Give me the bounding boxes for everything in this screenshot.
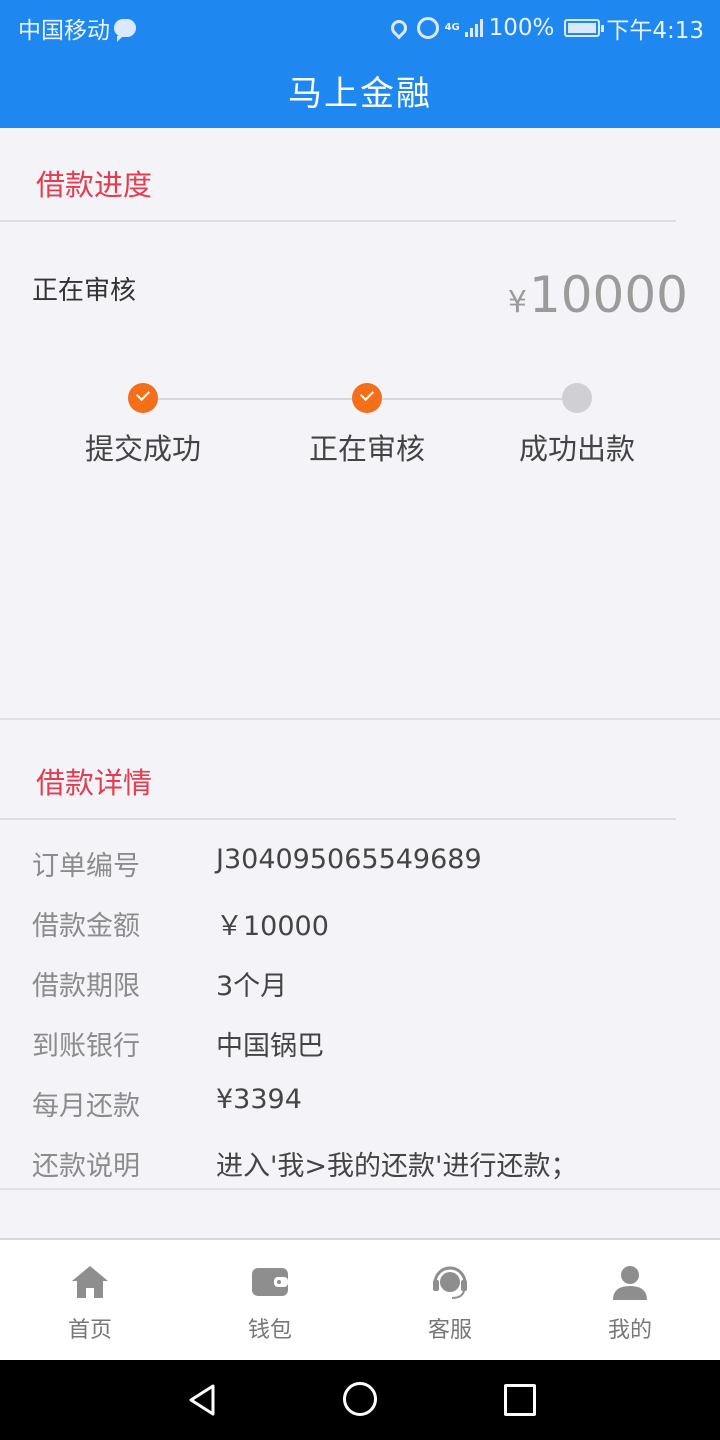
step-check-icon: [128, 383, 158, 413]
detail-value: ¥3394: [216, 1084, 302, 1115]
detail-key: 订单编号: [32, 851, 140, 882]
section-divider: [0, 1188, 720, 1190]
tab-mine[interactable]: 我的: [540, 1240, 720, 1360]
detail-row: 每月还款 ¥3394: [0, 1070, 720, 1130]
section-divider: [0, 718, 720, 720]
detail-key: 借款金额: [32, 911, 140, 942]
tab-customer-service[interactable]: 客服: [360, 1240, 540, 1360]
step-label-submitted: 提交成功: [84, 432, 201, 466]
detail-value: ￥10000: [216, 911, 329, 942]
detail-value: 3个月: [216, 971, 288, 1002]
progress-section-title: 借款进度: [36, 168, 153, 202]
loan-amount: ¥ 10000: [508, 266, 688, 324]
status-indicators: 4G 100% 下午4:13: [387, 11, 704, 45]
home-icon: [72, 1266, 108, 1298]
tab-label: 钱包: [247, 1318, 292, 1343]
bottom-tab-bar: 首页 钱包 客服 我的: [0, 1238, 720, 1360]
step-check-icon: [352, 383, 382, 413]
detail-row: 借款期限 3个月: [0, 950, 720, 1010]
location-icon: [387, 16, 410, 40]
headset-icon: [433, 1266, 467, 1299]
currency-symbol: ¥: [507, 285, 527, 320]
details-section-title: 借款详情: [36, 766, 153, 800]
detail-row: 还款说明 进入'我>我的还款'进行还款；: [0, 1130, 720, 1190]
back-icon[interactable]: [185, 1382, 221, 1418]
detail-key: 到账银行: [32, 1031, 140, 1062]
carrier-group: 中国移动: [18, 11, 136, 45]
app-header: 中国移动 4G 100% 下午4:13 马上金融: [0, 0, 720, 128]
detail-key: 每月还款: [32, 1091, 140, 1122]
progress-section-header: 借款进度: [0, 128, 676, 222]
detail-row: 到账银行 中国锅巴: [0, 1010, 720, 1070]
details-section-header: 借款详情: [0, 726, 676, 820]
page-title: 马上金融: [288, 74, 432, 114]
detail-row: 借款金额 ￥10000: [0, 890, 720, 950]
signal-icon: [464, 19, 483, 37]
recent-apps-icon[interactable]: [504, 1384, 536, 1416]
progress-track-2: [382, 398, 562, 400]
wallet-icon: [252, 1268, 288, 1296]
detail-key: 还款说明: [32, 1151, 140, 1182]
carrier-name: 中国移动: [18, 18, 110, 44]
home-nav-icon[interactable]: [343, 1382, 377, 1416]
message-icon: [114, 19, 136, 42]
step-label-disbursed: 成功出款: [518, 432, 635, 466]
detail-value: J304095065549689: [216, 844, 482, 875]
progress-track-1: [157, 398, 353, 400]
tab-label: 首页: [67, 1318, 112, 1343]
loan-status: 正在审核: [32, 276, 137, 306]
tab-label: 我的: [607, 1318, 652, 1343]
status-bar: 中国移动 4G 100% 下午4:13: [0, 0, 720, 50]
system-nav-bar: [0, 1360, 720, 1440]
detail-row: 订单编号 J304095065549689: [0, 830, 720, 890]
step-label-reviewing: 正在审核: [308, 432, 425, 466]
alarm-icon: [416, 17, 439, 39]
tab-label: 客服: [427, 1318, 472, 1343]
user-icon: [613, 1266, 647, 1300]
tab-home[interactable]: 首页: [0, 1240, 180, 1360]
clock: 下午4:13: [606, 18, 704, 44]
network-type-icon: 4G: [444, 22, 460, 33]
detail-key: 借款期限: [32, 971, 140, 1002]
step-pending-dot: [562, 383, 592, 413]
detail-value: 进入'我>我的还款'进行还款；: [216, 1151, 578, 1182]
detail-value: 中国锅巴: [216, 1031, 324, 1062]
amount-value: 10000: [528, 266, 688, 324]
tab-wallet[interactable]: 钱包: [180, 1240, 360, 1360]
battery-percent: 100%: [488, 15, 555, 41]
battery-icon: [564, 19, 605, 37]
